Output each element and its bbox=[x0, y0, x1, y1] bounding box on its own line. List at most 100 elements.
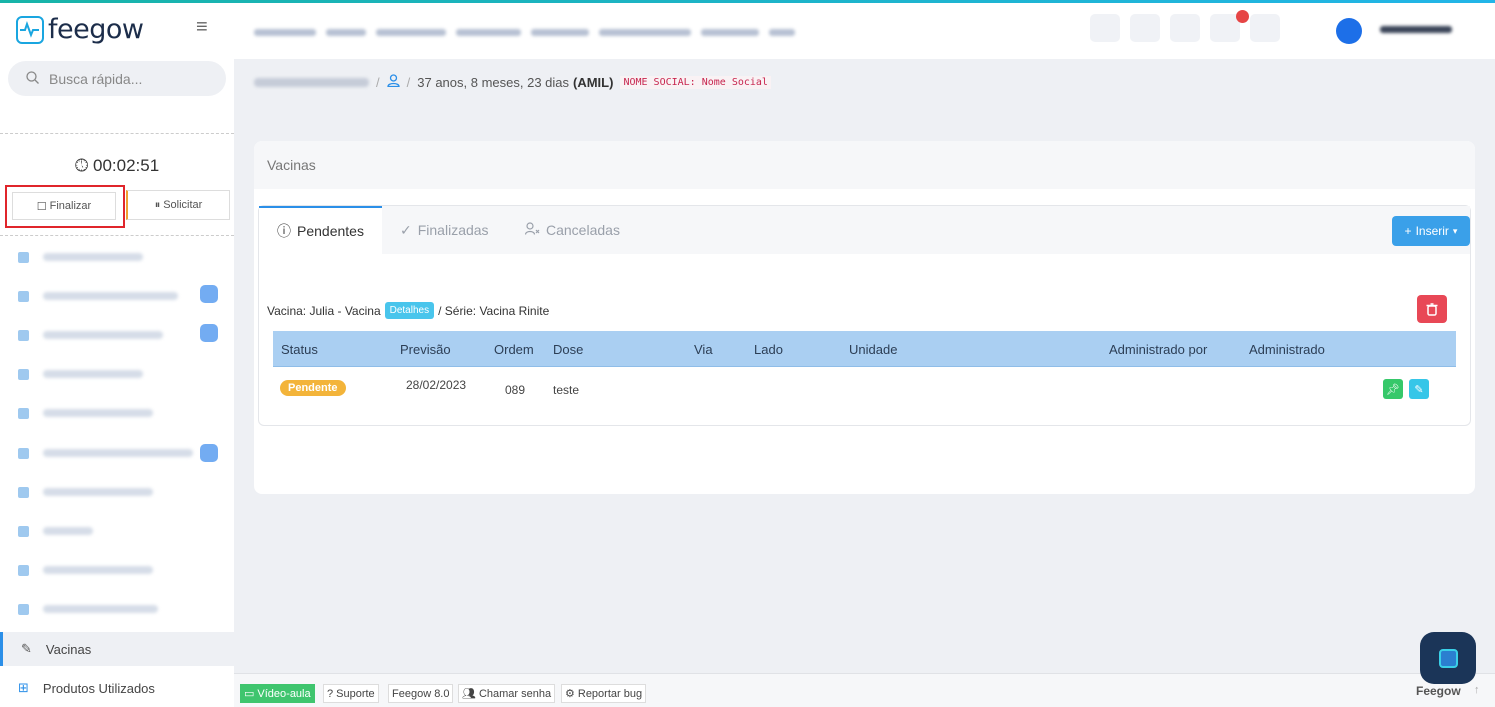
app-logo[interactable]: feegow bbox=[16, 14, 144, 45]
nav-item-blurred[interactable] bbox=[326, 29, 366, 36]
tab-finalizadas[interactable]: ✓ Finalizadas bbox=[400, 206, 489, 254]
blurred-label bbox=[43, 527, 93, 535]
trash-icon bbox=[1426, 302, 1438, 316]
help-icon: ? bbox=[327, 687, 334, 700]
sidebar-item-blurred[interactable] bbox=[0, 514, 234, 548]
tab-pendentes[interactable]: ⓘ Pendentes bbox=[259, 206, 382, 254]
session-timer: 🕔︎ 00:02:51 bbox=[0, 156, 234, 176]
report-bug-button[interactable]: ⚙︎ Reportar bug bbox=[561, 684, 647, 703]
toolbar-icon[interactable] bbox=[1090, 14, 1120, 42]
tab-label: Finalizadas bbox=[417, 222, 489, 238]
nav-item-blurred[interactable] bbox=[599, 29, 691, 36]
sidebar-item-label: Produtos Utilizados bbox=[42, 680, 155, 696]
toolbar-icon[interactable] bbox=[1170, 14, 1200, 42]
patient-name-blurred bbox=[254, 77, 369, 87]
support-button[interactable]: ? Suporte bbox=[323, 684, 379, 703]
sidebar-item-blurred[interactable] bbox=[0, 475, 234, 509]
blurred-label bbox=[43, 292, 178, 300]
footer-label: Suporte bbox=[336, 687, 375, 700]
tab-label: Canceladas bbox=[546, 222, 620, 238]
menu-icon bbox=[18, 447, 29, 459]
clock-icon: 🕔︎ bbox=[74, 156, 89, 175]
blurred-label bbox=[43, 566, 153, 574]
nav-item-blurred[interactable] bbox=[769, 29, 795, 36]
sidebar-item-blurred[interactable] bbox=[0, 240, 234, 274]
nav-item-blurred[interactable] bbox=[254, 29, 316, 36]
menu-icon bbox=[18, 486, 29, 498]
nav-item-blurred[interactable] bbox=[701, 29, 759, 36]
divider bbox=[0, 133, 234, 134]
blurred-label bbox=[43, 488, 153, 496]
menu-badge bbox=[200, 324, 218, 342]
call-ticket-button[interactable]: 👥︎ Chamar senha bbox=[458, 684, 556, 703]
blurred-label bbox=[43, 449, 193, 457]
vaccine-name: Vacina: Julia - Vacina bbox=[267, 303, 381, 318]
timer-value: 00:02:51 bbox=[93, 156, 160, 175]
floating-action-button[interactable] bbox=[1420, 632, 1476, 684]
video-icon: ▭ bbox=[244, 688, 255, 700]
sidebar-item-blurred[interactable] bbox=[0, 279, 234, 313]
arrow-up-icon[interactable]: ↑ bbox=[1474, 684, 1480, 696]
user-name-blurred[interactable] bbox=[1380, 26, 1452, 33]
menu-icon bbox=[18, 564, 29, 576]
edit-button[interactable]: ✎ bbox=[1409, 379, 1429, 399]
users-icon: 👥︎ bbox=[462, 688, 476, 700]
sidebar-item-blurred[interactable] bbox=[0, 318, 234, 352]
menu-toggle-icon[interactable]: ≡ bbox=[196, 16, 208, 39]
column-header: Dose bbox=[553, 342, 584, 357]
quick-search-input[interactable]: Busca rápida... bbox=[8, 61, 226, 96]
column-header: Administrado bbox=[1249, 342, 1325, 357]
cell-order: 089 bbox=[505, 383, 526, 397]
blurred-label bbox=[43, 409, 153, 417]
breadcrumb-separator: / bbox=[376, 74, 380, 90]
request-button[interactable]: ⏸︎ Solicitar bbox=[126, 190, 230, 220]
delete-button[interactable] bbox=[1417, 295, 1447, 323]
blurred-label bbox=[43, 331, 163, 339]
cell-date: 28/02/2023 bbox=[406, 378, 467, 392]
user-icon[interactable] bbox=[386, 74, 400, 90]
status-badge: Pendente bbox=[280, 380, 346, 396]
toolbar-icon[interactable] bbox=[1130, 14, 1160, 42]
menu-icon bbox=[18, 525, 29, 537]
sidebar-item-blurred[interactable] bbox=[0, 357, 234, 391]
nav-item-blurred[interactable] bbox=[456, 29, 521, 36]
insert-button[interactable]: + Inserir ▾ bbox=[1392, 216, 1470, 246]
column-header: Previsão bbox=[400, 342, 451, 357]
nav-item-blurred[interactable] bbox=[531, 29, 589, 36]
sidebar-item-blurred[interactable] bbox=[0, 396, 234, 430]
toolbar-icon[interactable] bbox=[1250, 14, 1280, 42]
insert-label: Inserir bbox=[1415, 224, 1449, 238]
top-bar bbox=[234, 3, 1495, 59]
menu-icon bbox=[18, 329, 29, 341]
nav-item-blurred[interactable] bbox=[376, 29, 446, 36]
pencil-icon: ✎ bbox=[21, 641, 32, 656]
pause-icon: ⏸︎ bbox=[154, 198, 161, 211]
vaccine-series: / Série: Vacina Rinite bbox=[438, 303, 550, 318]
user-remove-icon bbox=[524, 222, 540, 238]
footer-label: Feegow 8.0 bbox=[392, 687, 450, 700]
breadcrumb-separator: / bbox=[406, 74, 411, 90]
table-header: Status Previsão Ordem Dose Via Lado Unid… bbox=[273, 331, 1456, 367]
sidebar-item-blurred[interactable] bbox=[0, 436, 234, 470]
avatar[interactable] bbox=[1336, 18, 1362, 44]
sidebar-item-blurred[interactable] bbox=[0, 553, 234, 587]
sidebar-item-blurred[interactable] bbox=[0, 592, 234, 626]
menu-icon bbox=[18, 290, 29, 302]
sidebar-item-produtos[interactable]: ⊞ Produtos Utilizados bbox=[0, 671, 234, 705]
tab-canceladas[interactable]: Canceladas bbox=[524, 206, 620, 254]
search-placeholder: Busca rápida... bbox=[49, 70, 143, 87]
column-header: Via bbox=[694, 342, 713, 357]
sidebar-item-vacinas[interactable]: ✎ Vacinas bbox=[0, 632, 234, 666]
tab-label: Pendentes bbox=[297, 223, 364, 239]
column-header: Ordem bbox=[494, 342, 534, 357]
caret-down-icon: ▾ bbox=[1452, 225, 1458, 236]
footer-label: Reportar bug bbox=[577, 687, 643, 700]
blurred-label bbox=[43, 370, 143, 378]
details-button[interactable]: Detalhes bbox=[384, 302, 435, 319]
blurred-label bbox=[43, 605, 158, 613]
pin-button[interactable]: 📌︎ bbox=[1383, 379, 1403, 399]
video-tutorial-button[interactable]: ▭ Vídeo-aula bbox=[240, 684, 315, 703]
column-header: Unidade bbox=[849, 342, 898, 357]
divider bbox=[0, 235, 234, 236]
column-header: Administrado por bbox=[1109, 342, 1208, 357]
